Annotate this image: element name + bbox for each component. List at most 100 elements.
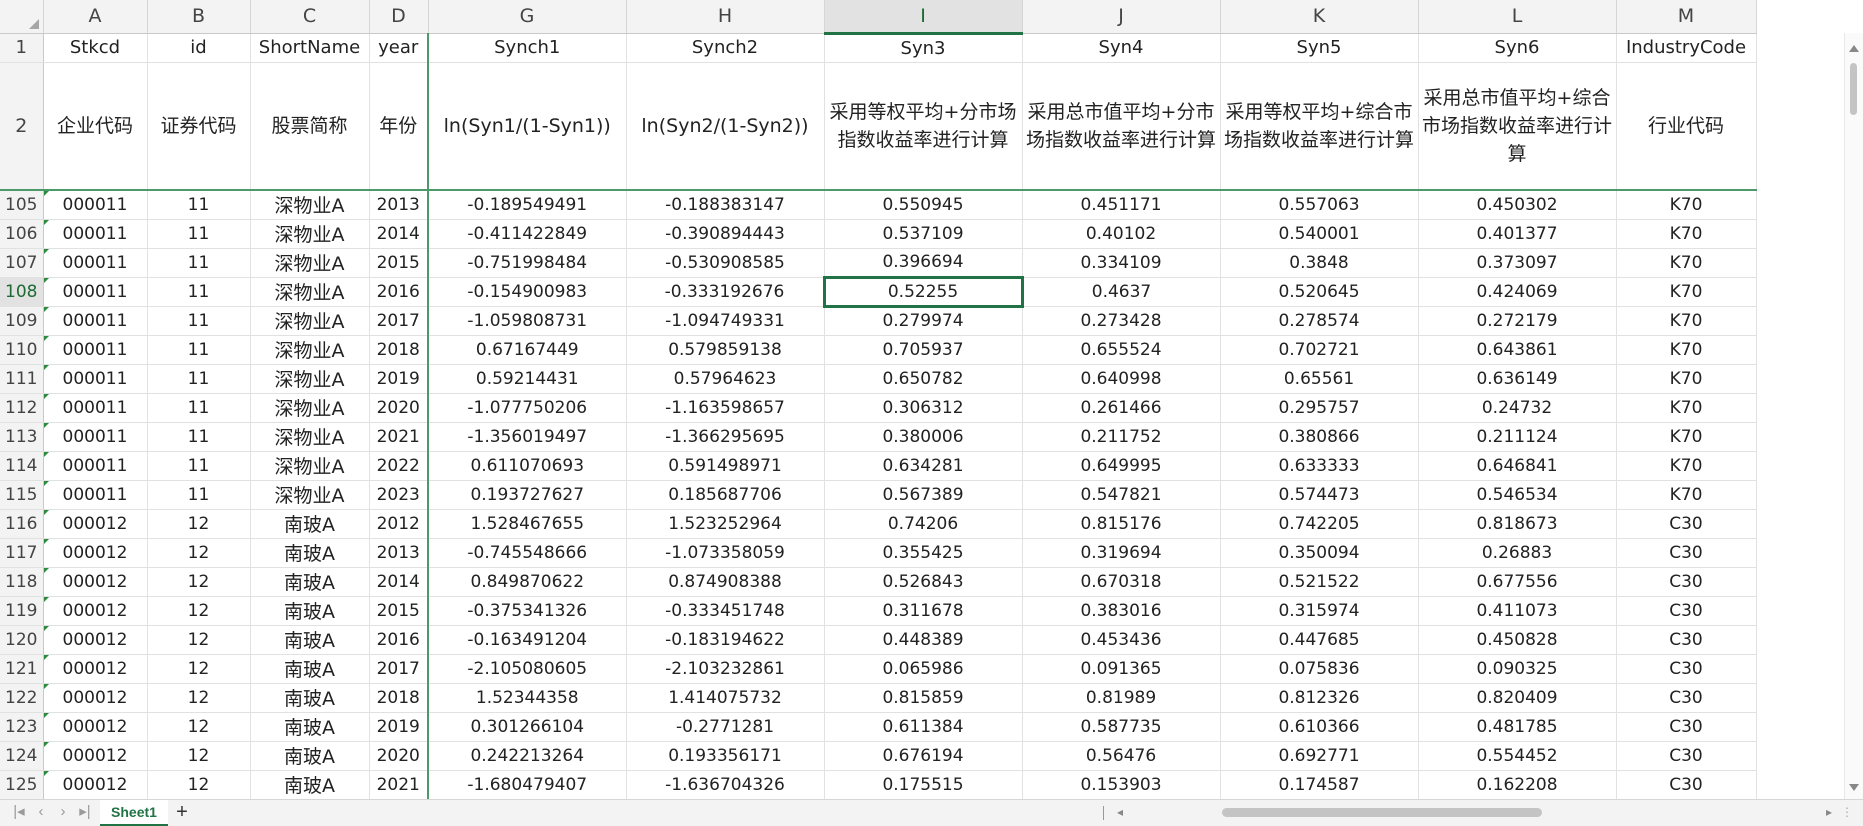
row-header[interactable]: 106: [0, 219, 44, 249]
column-header-d[interactable]: D: [369, 0, 429, 34]
cell-b[interactable]: 12: [147, 509, 251, 539]
row-header[interactable]: 121: [0, 654, 44, 684]
column-header-k[interactable]: K: [1220, 0, 1419, 34]
cell-l[interactable]: 0.481785: [1418, 712, 1617, 742]
last-sheet-icon[interactable]: ▸|: [76, 803, 94, 821]
cell-j[interactable]: 0.211752: [1022, 422, 1221, 452]
cell-b[interactable]: 11: [147, 422, 251, 452]
cell-h[interactable]: -1.636704326: [626, 770, 825, 800]
cell-a[interactable]: 000012: [43, 683, 148, 713]
cell-h[interactable]: -0.188383147: [626, 190, 825, 220]
cell-a[interactable]: 000012: [43, 625, 148, 655]
cell-i[interactable]: Syn3: [824, 33, 1023, 63]
cell-c[interactable]: 南玻A: [250, 509, 370, 539]
cell-m[interactable]: K70: [1616, 190, 1757, 220]
cell-h[interactable]: 0.874908388: [626, 567, 825, 597]
cell-b[interactable]: 11: [147, 277, 251, 307]
column-header-m[interactable]: M: [1616, 0, 1757, 34]
cell-a[interactable]: 000011: [43, 480, 148, 510]
cell-c[interactable]: 南玻A: [250, 770, 370, 800]
cell-m[interactable]: C30: [1616, 712, 1757, 742]
cell-h[interactable]: -1.073358059: [626, 538, 825, 568]
cell-a[interactable]: 000011: [43, 422, 148, 452]
cell-d[interactable]: 2014: [369, 567, 429, 597]
row-header[interactable]: 117: [0, 538, 44, 568]
cell-c[interactable]: 深物业A: [250, 422, 370, 452]
row-header[interactable]: 120: [0, 625, 44, 655]
cell-j[interactable]: 0.670318: [1022, 567, 1221, 597]
cell-g[interactable]: -1.077750206: [428, 393, 627, 423]
cell-h[interactable]: -0.183194622: [626, 625, 825, 655]
cell-g[interactable]: -0.745548666: [428, 538, 627, 568]
cell-j[interactable]: 0.451171: [1022, 190, 1221, 220]
cell-i[interactable]: 0.311678: [824, 596, 1023, 626]
cell-d[interactable]: year: [369, 33, 429, 63]
cell-h[interactable]: Synch2: [626, 33, 825, 63]
cell-m[interactable]: C30: [1616, 596, 1757, 626]
row-header[interactable]: 114: [0, 451, 44, 481]
row-header[interactable]: 1: [0, 33, 44, 63]
cell-k[interactable]: 0.540001: [1220, 219, 1419, 249]
vertical-scroll-thumb[interactable]: [1850, 63, 1857, 115]
cell-j[interactable]: 0.153903: [1022, 770, 1221, 800]
cell-b[interactable]: 12: [147, 683, 251, 713]
row-header[interactable]: 124: [0, 741, 44, 771]
cell-k[interactable]: 0.65561: [1220, 364, 1419, 394]
cell-g[interactable]: -0.189549491: [428, 190, 627, 220]
column-header-l[interactable]: L: [1418, 0, 1617, 34]
cell-k[interactable]: 0.610366: [1220, 712, 1419, 742]
more-options-icon[interactable]: ⋮: [1840, 805, 1854, 819]
cell-d[interactable]: 2014: [369, 219, 429, 249]
cell-i[interactable]: 0.815859: [824, 683, 1023, 713]
cell-d[interactable]: 2019: [369, 712, 429, 742]
cell-h[interactable]: -2.103232861: [626, 654, 825, 684]
cell-d[interactable]: 2016: [369, 277, 429, 307]
cell-a[interactable]: 000012: [43, 654, 148, 684]
cell-b[interactable]: 12: [147, 741, 251, 771]
cell-b[interactable]: 12: [147, 596, 251, 626]
cell-m[interactable]: K70: [1616, 335, 1757, 365]
cell-a[interactable]: 000011: [43, 219, 148, 249]
cell-l[interactable]: 0.643861: [1418, 335, 1617, 365]
cell-i[interactable]: 0.526843: [824, 567, 1023, 597]
cell-m[interactable]: K70: [1616, 393, 1757, 423]
cell-k[interactable]: 0.702721: [1220, 335, 1419, 365]
cell-d[interactable]: 2012: [369, 509, 429, 539]
cell-m[interactable]: 行业代码: [1616, 62, 1757, 191]
cell-k[interactable]: 0.174587: [1220, 770, 1419, 800]
cell-h[interactable]: -0.390894443: [626, 219, 825, 249]
cell-g[interactable]: -0.163491204: [428, 625, 627, 655]
cell-d[interactable]: 2022: [369, 451, 429, 481]
cell-d[interactable]: 2020: [369, 741, 429, 771]
cell-i[interactable]: 0.279974: [824, 306, 1023, 336]
prev-sheet-icon[interactable]: ‹: [32, 803, 50, 821]
cell-m[interactable]: K70: [1616, 219, 1757, 249]
cell-g[interactable]: 0.611070693: [428, 451, 627, 481]
cell-b[interactable]: 11: [147, 219, 251, 249]
cell-c[interactable]: 深物业A: [250, 248, 370, 278]
row-header[interactable]: 105: [0, 190, 44, 220]
next-sheet-icon[interactable]: ›: [54, 803, 72, 821]
cell-k[interactable]: 0.521522: [1220, 567, 1419, 597]
cell-b[interactable]: 11: [147, 306, 251, 336]
cell-h[interactable]: 1.523252964: [626, 509, 825, 539]
cell-m[interactable]: K70: [1616, 306, 1757, 336]
cell-h[interactable]: -1.366295695: [626, 422, 825, 452]
cell-i[interactable]: 采用等权平均+分市场指数收益率进行计算: [824, 62, 1023, 191]
cell-k[interactable]: 0.3848: [1220, 248, 1419, 278]
select-all-corner[interactable]: [0, 0, 44, 34]
cell-g[interactable]: ln(Syn1/(1-Syn1)): [428, 62, 627, 191]
cell-m[interactable]: C30: [1616, 567, 1757, 597]
cell-b[interactable]: 11: [147, 335, 251, 365]
cell-d[interactable]: 2018: [369, 683, 429, 713]
cell-m[interactable]: C30: [1616, 625, 1757, 655]
cell-k[interactable]: 0.075836: [1220, 654, 1419, 684]
cell-i[interactable]: 0.306312: [824, 393, 1023, 423]
cell-j[interactable]: 0.273428: [1022, 306, 1221, 336]
cell-d[interactable]: 2015: [369, 596, 429, 626]
cell-l[interactable]: 0.677556: [1418, 567, 1617, 597]
cell-c[interactable]: 南玻A: [250, 625, 370, 655]
cell-j[interactable]: 0.334109: [1022, 248, 1221, 278]
cell-b[interactable]: 12: [147, 654, 251, 684]
cell-m[interactable]: C30: [1616, 683, 1757, 713]
